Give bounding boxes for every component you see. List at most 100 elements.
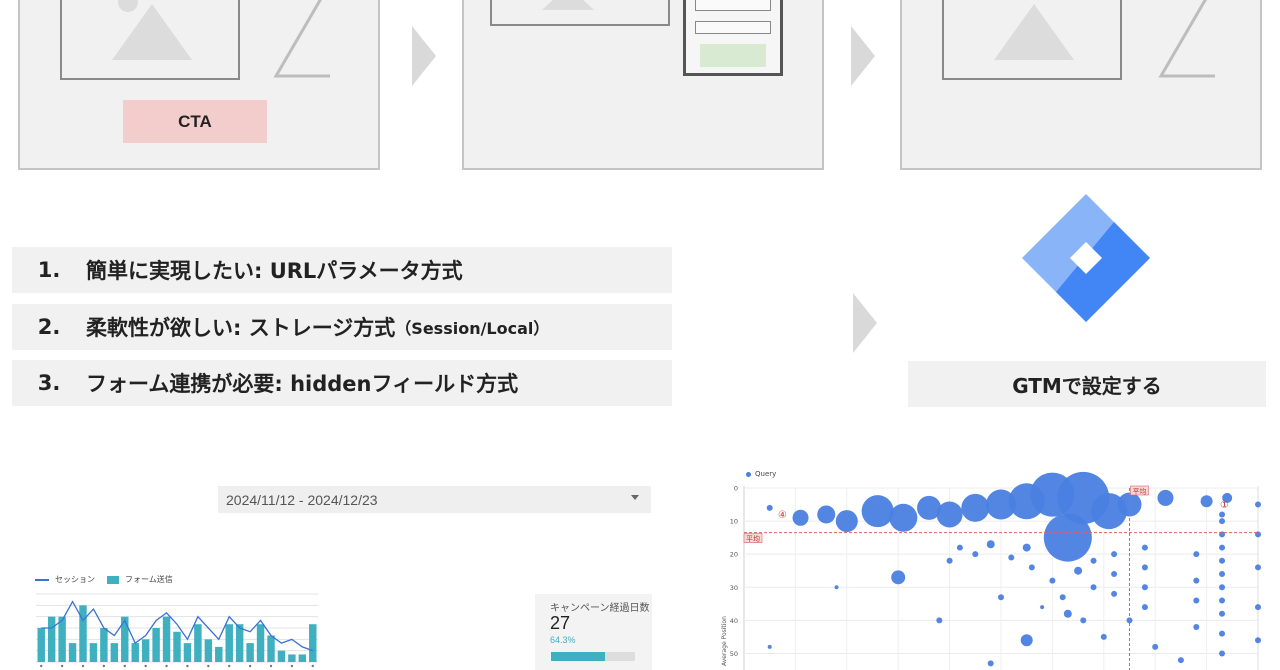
bar [183,643,192,662]
bubble [1090,557,1097,564]
bar [246,643,254,662]
bubble [1219,571,1226,578]
bubble [956,544,963,551]
y-axis-label: Average Position [721,616,728,666]
method-3: 3. フォーム連携が必要: hiddenフィールド方式 [12,360,672,406]
bubble [1219,544,1226,551]
form-submit [700,44,766,67]
x-tick-mark [102,664,106,668]
legend-bar-swatch [107,575,119,584]
method-note: （Session/Local） [395,319,550,338]
bar [173,631,181,662]
legend-line-swatch [35,578,49,581]
bubble [817,505,836,524]
flow-arrow-1 [412,26,436,86]
x-tick-mark [207,664,210,668]
bubble [1080,617,1087,624]
x-tick-mark [165,664,168,668]
bar [235,624,244,662]
bubble [1219,650,1226,657]
bubble [834,585,839,590]
bubble [998,594,1004,601]
bubble [1157,489,1174,506]
bubble [1200,495,1213,508]
bubble [1219,511,1226,518]
x-tick-mark [144,664,147,668]
bubble [792,509,809,526]
bar [267,635,275,662]
bubble [1219,518,1226,525]
bubble [1141,584,1148,591]
bubble [1193,597,1200,604]
kpi-label: キャンペーン経過日数 [550,603,650,614]
x-tick-mark [123,664,126,668]
bubble [891,570,906,585]
bubble [972,551,979,558]
bar [79,605,87,662]
bar [89,643,98,662]
bubble [987,660,994,667]
x-tick-mark [40,664,43,668]
bar [141,639,150,662]
y-tick-label: 50 [730,650,738,658]
y-tick-label: 0 [734,485,738,493]
chart-legend: セッション フォーム送信 [35,574,173,585]
bubble [1193,551,1200,558]
image-icon [994,4,1074,60]
bar [131,643,139,662]
bar [309,624,317,662]
bubble [961,493,990,522]
bar [256,624,265,662]
avg-label-horizontal: 平均 [746,534,760,543]
combo-chart [36,593,318,668]
bar [277,650,286,662]
x-tick-mark [311,664,314,668]
bar [37,628,45,662]
cta-button[interactable]: CTA [123,100,267,143]
bubble [1219,597,1226,604]
image-icon [112,0,192,60]
flow-arrow-3 [853,293,877,353]
bubble [1100,633,1107,640]
bubble [889,503,918,532]
bubble [1177,657,1184,664]
image-placeholder-3 [942,0,1122,80]
bubble [1193,577,1200,584]
x-tick-mark [186,664,189,668]
bubble [1141,604,1148,611]
bar [152,628,160,662]
image-icon [542,0,594,10]
x-tick-mark [269,664,273,668]
legend-session: セッション [55,575,95,584]
bubble [986,540,995,549]
bubble [1111,571,1118,578]
bar [215,646,223,662]
bubble [1040,605,1045,610]
bar [288,654,296,662]
kpi-percent: 64.3% [550,635,576,645]
bubble [1049,577,1056,584]
avg-label-vertical: 平均 [1133,487,1147,496]
chevron-down-icon [631,495,639,500]
form-field [695,0,771,11]
bar [298,654,307,662]
flow-arrow-2 [851,26,875,86]
y-tick-label: 10 [730,518,738,526]
bubble [1059,594,1066,601]
bar [100,628,108,662]
date-range-value: 2024/11/12 - 2024/12/23 [226,491,378,508]
bar [58,616,66,662]
bar [110,643,119,662]
method-number: 2. [37,315,61,339]
bubble [1063,609,1072,618]
bubble [1020,634,1033,647]
form-mockup [683,0,783,76]
bubble [1152,643,1159,650]
bubble [1074,566,1083,575]
y-tick-label: 40 [730,617,738,625]
bar [225,624,233,662]
x-tick-mark [248,664,252,668]
bubble [1219,557,1226,564]
date-range-selector[interactable]: 2024/11/12 - 2024/12/23 [218,486,651,513]
gtm-logo-icon [1022,194,1150,322]
